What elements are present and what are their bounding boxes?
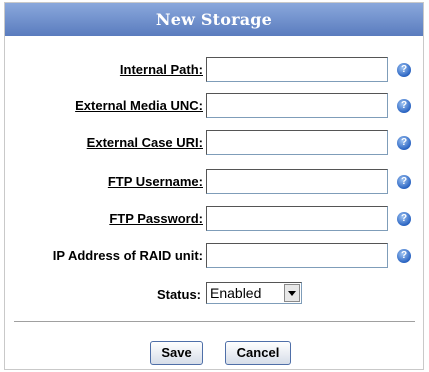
status-select-value: Enabled [210, 285, 262, 301]
ftp-password-row: FTP Password: ? [5, 206, 425, 233]
ftp-password-input[interactable] [206, 206, 388, 231]
dialog-title: New Storage [5, 3, 423, 36]
help-icon[interactable]: ? [397, 136, 411, 150]
help-icon[interactable]: ? [397, 212, 411, 226]
external-case-uri-label[interactable]: External Case URI: [87, 135, 203, 150]
external-case-uri-row: External Case URI: ? [5, 130, 425, 157]
help-icon[interactable]: ? [397, 175, 411, 189]
external-case-uri-input[interactable] [206, 130, 388, 155]
new-storage-dialog: New Storage Internal Path: ? External Me… [4, 2, 424, 370]
internal-path-input[interactable] [206, 57, 388, 82]
external-media-unc-label[interactable]: External Media UNC: [75, 98, 203, 113]
save-button[interactable]: Save [150, 341, 203, 365]
status-select[interactable]: Enabled [206, 282, 302, 304]
ftp-username-row: FTP Username: ? [5, 169, 425, 196]
ftp-username-input[interactable] [206, 169, 388, 194]
internal-path-label[interactable]: Internal Path: [120, 62, 203, 77]
help-icon[interactable]: ? [397, 63, 411, 77]
status-label: Status: [156, 287, 201, 302]
chevron-down-icon[interactable] [284, 284, 300, 302]
help-icon[interactable]: ? [397, 249, 411, 263]
raid-ip-input[interactable] [206, 243, 388, 268]
cancel-button[interactable]: Cancel [225, 341, 291, 365]
help-icon[interactable]: ? [397, 99, 411, 113]
internal-path-row: Internal Path: ? [5, 57, 425, 84]
divider [14, 321, 415, 323]
external-media-unc-input[interactable] [206, 93, 388, 118]
ftp-password-label[interactable]: FTP Password: [109, 211, 203, 226]
ftp-username-label[interactable]: FTP Username: [108, 174, 203, 189]
raid-ip-label: IP Address of RAID unit: [52, 248, 203, 263]
raid-ip-row: IP Address of RAID unit: ? [5, 243, 425, 270]
external-media-unc-row: External Media UNC: ? [5, 93, 425, 120]
